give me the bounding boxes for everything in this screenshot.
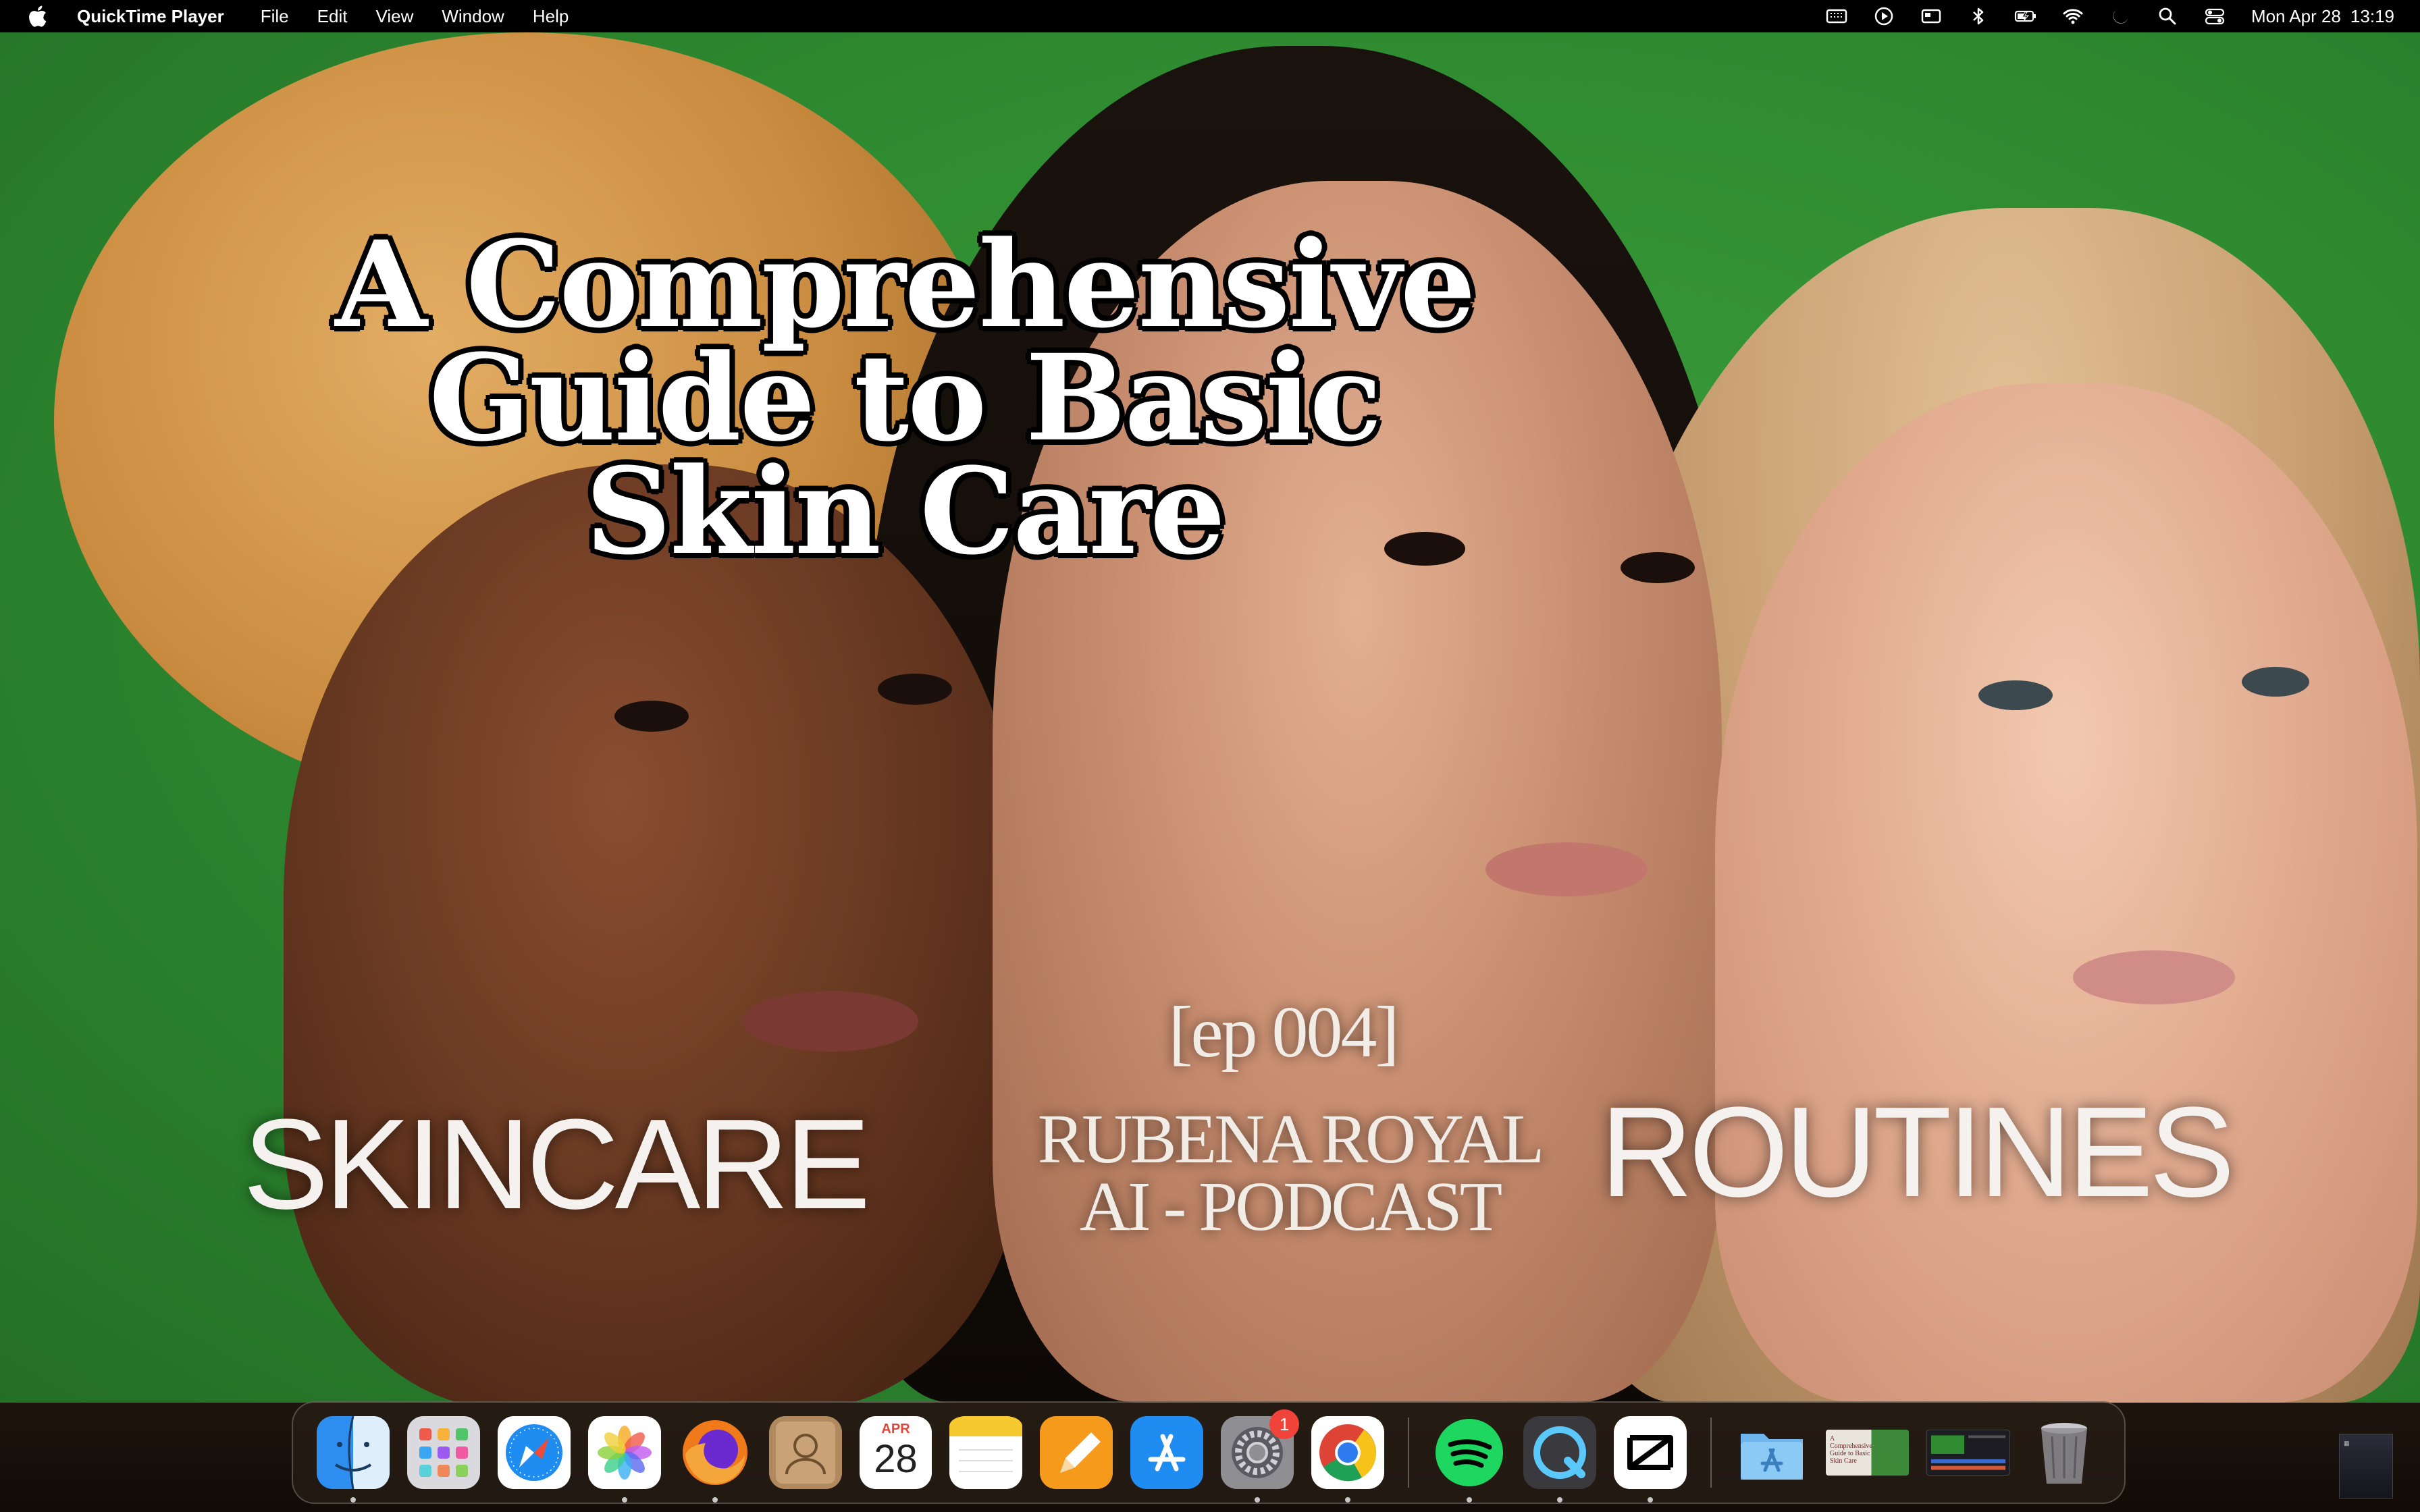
lips-center <box>1485 842 1648 896</box>
quicktime-video-frame[interactable]: A Comprehensive Guide to Basic Skin Care… <box>0 32 2420 1403</box>
headline-line-3: Skin Care <box>585 441 1226 581</box>
headline-line-2: Guide to Basic <box>429 328 1382 468</box>
notes-icon <box>949 1416 1023 1489</box>
dock-photos[interactable] <box>588 1416 661 1503</box>
wifi-icon[interactable] <box>2059 3 2086 30</box>
menu-edit[interactable]: Edit <box>317 0 348 32</box>
desktop-file-thumbnail[interactable]: ▦ <box>2339 1434 2393 1498</box>
podcast-line-1: RUBENA ROYAL <box>1037 1100 1545 1178</box>
dock-separator <box>1408 1418 1410 1488</box>
capcut-icon <box>1614 1416 1687 1489</box>
dock-quicktime[interactable] <box>1523 1416 1597 1503</box>
dock-separator-2 <box>1710 1418 1712 1488</box>
person-left-face <box>284 464 1026 1403</box>
person-right-face <box>1715 383 2417 1403</box>
bluetooth-icon[interactable] <box>1965 3 1992 30</box>
safari-icon <box>498 1416 571 1489</box>
app-store-icon <box>1130 1416 1204 1489</box>
lips-left <box>743 991 918 1052</box>
finder-icon <box>317 1416 390 1489</box>
spotify-icon <box>1436 1419 1504 1486</box>
menu-clock[interactable]: Mon Apr 28 13:19 <box>2251 6 2394 27</box>
play-circle-icon[interactable] <box>1870 3 1897 30</box>
podcast-title: RUBENA ROYAL AI - PODCAST <box>993 1100 1587 1245</box>
video-thumbnail-title: A Comprehensive Guide to Basic Skin Care <box>1830 1435 1872 1465</box>
focus-moon-icon[interactable] <box>2107 3 2134 30</box>
dock-capcut[interactable] <box>1614 1416 1687 1503</box>
eye-right-2 <box>2242 667 2309 697</box>
podcast-line-2: AI - PODCAST <box>1079 1168 1502 1245</box>
dock-capcut-window[interactable] <box>1926 1430 2010 1476</box>
menu-file[interactable]: File <box>261 0 289 32</box>
headline-line-1: A Comprehensive <box>335 215 1475 354</box>
episode-label: [ep 004] <box>1168 992 1400 1073</box>
firefox-icon <box>683 1420 747 1485</box>
dock-finder[interactable] <box>317 1416 390 1503</box>
calendar-day: 28 <box>874 1437 918 1481</box>
dock-firefox[interactable] <box>679 1416 752 1503</box>
dock-trash[interactable] <box>2028 1416 2101 1489</box>
lips-right <box>2073 950 2235 1004</box>
chrome-icon <box>1311 1416 1385 1489</box>
settings-badge: 1 <box>1269 1409 1300 1439</box>
dock-video-thumbnail[interactable]: A Comprehensive Guide to Basic Skin Care <box>1826 1430 1909 1476</box>
apple-menu-icon[interactable] <box>27 5 47 28</box>
dock-chrome[interactable] <box>1311 1416 1385 1503</box>
app-name-menu[interactable]: QuickTime Player <box>77 0 224 32</box>
dock-system-settings[interactable]: 1 <box>1221 1409 1300 1503</box>
launchpad-icon <box>407 1416 480 1489</box>
menu-view[interactable]: View <box>375 0 413 32</box>
menu-help[interactable]: Help <box>533 0 569 32</box>
dock-pages[interactable] <box>1040 1416 1113 1489</box>
eye-center-2 <box>1621 552 1695 583</box>
skincare-word: SKINCARE <box>243 1093 870 1236</box>
video-headline: A Comprehensive Guide to Basic Skin Care <box>324 215 1485 581</box>
eye-right-1 <box>1978 680 2053 710</box>
dock-app-store[interactable] <box>1130 1416 1204 1489</box>
dock-spotify[interactable] <box>1433 1416 1506 1503</box>
clock-time: 13:19 <box>2350 5 2394 26</box>
contacts-icon <box>769 1416 842 1489</box>
dock-launchpad[interactable] <box>407 1416 480 1489</box>
menu-bar: QuickTime Player File Edit View Window H… <box>0 0 2420 32</box>
routines-word: ROUTINES <box>1600 1081 2235 1224</box>
menu-window[interactable]: Window <box>442 0 504 32</box>
desktop-file-thumbnail-icon: ▦ <box>2344 1440 2350 1447</box>
dock-contacts[interactable] <box>769 1416 842 1489</box>
dock-applications-folder[interactable] <box>1735 1416 1808 1489</box>
capcut-window-icon <box>1930 1435 2006 1470</box>
quicktime-icon <box>1523 1416 1597 1489</box>
eye-left-1 <box>614 701 689 732</box>
trash-icon <box>2041 1423 2087 1484</box>
clock-date: Mon Apr 28 <box>2251 5 2341 26</box>
dock: APR 28 1 A Comprehensive Guide to Basic … <box>292 1401 2126 1504</box>
battery-charging-icon[interactable] <box>2012 3 2039 30</box>
dock-calendar[interactable]: APR 28 <box>860 1416 932 1489</box>
calendar-month: APR <box>881 1422 910 1436</box>
dock-safari[interactable] <box>498 1416 571 1489</box>
applications-folder-icon <box>1741 1434 1804 1480</box>
keyboard-brightness-icon[interactable] <box>1823 3 1850 30</box>
control-center-icon[interactable] <box>2201 3 2228 30</box>
pages-icon <box>1040 1416 1113 1489</box>
photos-icon <box>588 1416 661 1489</box>
dock-notes[interactable] <box>949 1416 1023 1489</box>
window-icon[interactable] <box>1918 3 1945 30</box>
spotlight-search-icon[interactable] <box>2154 3 2181 30</box>
eye-left-2 <box>878 674 952 705</box>
